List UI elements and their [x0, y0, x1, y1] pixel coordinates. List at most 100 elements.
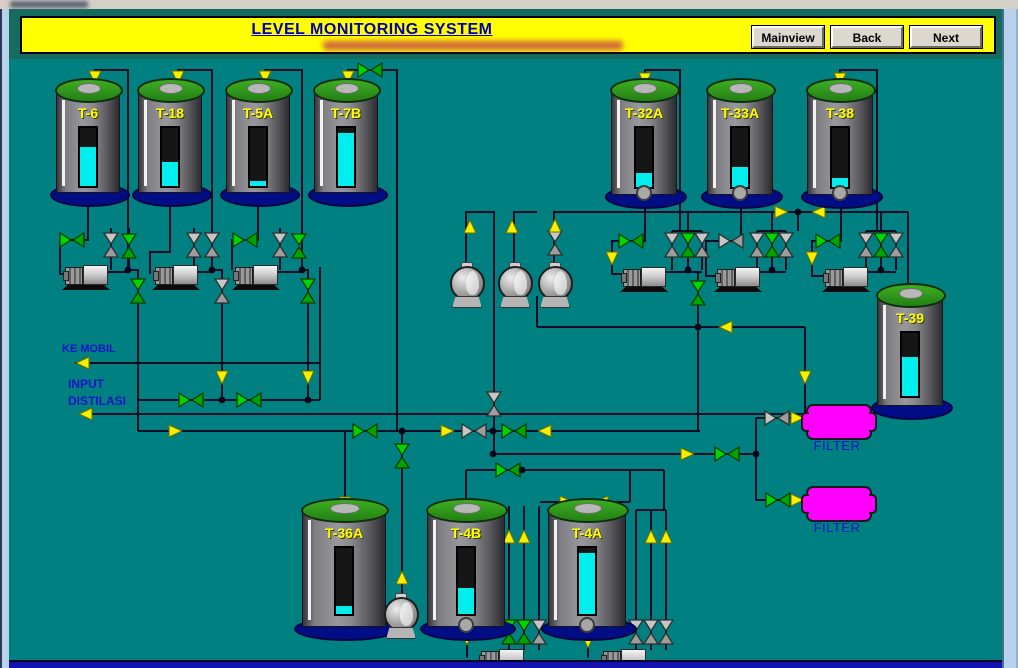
junction-dot: [490, 428, 497, 435]
junction-dot: [695, 324, 702, 331]
tank-t-7b[interactable]: T-7B: [314, 88, 378, 202]
valve-gray-vertical[interactable]: [859, 233, 873, 257]
tank-top-cap: [159, 83, 183, 94]
ball-pump-icon[interactable]: [496, 262, 532, 308]
valve-gray-horizontal[interactable]: [462, 424, 486, 438]
valve-green-horizontal[interactable]: [353, 424, 377, 438]
mainview-button[interactable]: Mainview: [752, 26, 824, 48]
junction-dot: [753, 451, 760, 458]
valve-green-horizontal[interactable]: [358, 63, 382, 77]
valve-green-vertical[interactable]: [292, 234, 306, 258]
valve-green-vertical[interactable]: [874, 233, 888, 257]
flow-arrow-down: [806, 252, 818, 265]
process-diagram: T-6 T-18 T-5A T-7B T-32A T-33A T-38 T-39 T-36A T-…: [0, 0, 1018, 668]
valve-gray-vertical[interactable]: [548, 231, 562, 255]
valve-gray-vertical[interactable]: [665, 233, 679, 257]
pump-icon[interactable]: [620, 264, 668, 292]
valve-green-horizontal[interactable]: [619, 234, 643, 248]
ball-pump-ball: [450, 266, 485, 301]
valve-gray-vertical[interactable]: [750, 233, 764, 257]
pump-icon[interactable]: [232, 262, 280, 290]
pump-icon[interactable]: [714, 264, 762, 292]
valve-green-vertical[interactable]: [131, 279, 145, 303]
pump-motor: [235, 267, 253, 285]
ball-pump-shine: [514, 271, 527, 295]
tank-t-36a[interactable]: T-36A: [302, 508, 386, 636]
pump-motor: [155, 267, 173, 285]
flow-arrow-up: [518, 530, 530, 543]
tank-t-33a[interactable]: T-33A: [707, 88, 773, 204]
valve-gray-horizontal[interactable]: [719, 234, 743, 248]
valve-green-vertical[interactable]: [681, 233, 695, 257]
tank-t-5a[interactable]: T-5A: [226, 88, 290, 202]
flow-arrow-right: [681, 448, 694, 460]
tank-top-cap: [729, 83, 753, 94]
header: LEVEL MONITORING SYSTEM Mainview Back Ne…: [20, 16, 996, 54]
valve-green-vertical[interactable]: [691, 281, 705, 305]
valve-green-vertical[interactable]: [395, 444, 409, 468]
ball-pump-icon[interactable]: [536, 262, 572, 308]
tank-t-39[interactable]: T-39: [877, 293, 943, 415]
pipe: [514, 212, 537, 262]
valve-green-horizontal[interactable]: [237, 393, 261, 407]
valve-green-horizontal[interactable]: [179, 393, 203, 407]
tank-t-6[interactable]: T-6: [56, 88, 120, 202]
valve-gray-vertical[interactable]: [659, 620, 673, 644]
tank-top-cap: [633, 83, 657, 94]
level-fill: [458, 588, 474, 614]
valve-gray-vertical[interactable]: [215, 279, 229, 303]
valve-green-vertical[interactable]: [765, 233, 779, 257]
valve-green-horizontal[interactable]: [233, 233, 257, 247]
junction-dot: [795, 209, 802, 216]
valve-gray-vertical[interactable]: [187, 233, 201, 257]
valve-gray-vertical[interactable]: [644, 620, 658, 644]
ball-pump-icon[interactable]: [382, 593, 418, 639]
level-gauge: [334, 546, 354, 616]
valve-green-vertical[interactable]: [517, 620, 531, 644]
junction-dot: [878, 267, 885, 274]
pump-icon[interactable]: [822, 264, 870, 292]
tank-t-4a[interactable]: T-4A: [548, 508, 626, 636]
tank-top-cap: [574, 503, 603, 514]
valve-green-vertical[interactable]: [122, 234, 136, 258]
tank-t-38[interactable]: T-38: [807, 88, 873, 204]
tank-top-cap: [77, 83, 101, 94]
tank-top-cap: [829, 83, 853, 94]
window-bottom-border: [0, 660, 1018, 668]
level-fill: [579, 553, 595, 614]
pump-icon[interactable]: [62, 262, 110, 290]
ball-pump-icon[interactable]: [448, 262, 484, 308]
next-button[interactable]: Next: [910, 26, 982, 48]
pump-body: [173, 265, 198, 285]
valve-green-horizontal[interactable]: [766, 493, 790, 507]
valve-gray-vertical[interactable]: [205, 233, 219, 257]
pump-icon[interactable]: [152, 262, 200, 290]
valve-gray-vertical[interactable]: [104, 233, 118, 257]
flow-arrow-right: [775, 206, 788, 218]
level-gauge: [160, 126, 180, 188]
junction-dot: [519, 467, 526, 474]
tank-t-4b[interactable]: T-4B: [427, 508, 505, 636]
tank-t-18[interactable]: T-18: [138, 88, 202, 202]
ke-mobil-label: KE MOBIL: [62, 343, 116, 355]
pipe: [232, 196, 258, 270]
valve-gray-vertical[interactable]: [273, 233, 287, 257]
tank-label: T-33A: [707, 105, 773, 121]
level-fill: [338, 133, 354, 186]
valve-gray-vertical[interactable]: [889, 233, 903, 257]
tank-label: T-39: [877, 310, 943, 326]
valve-green-horizontal[interactable]: [715, 447, 739, 461]
valve-gray-vertical[interactable]: [779, 233, 793, 257]
valve-green-horizontal[interactable]: [502, 424, 526, 438]
manhole-icon: [832, 185, 848, 201]
ball-pump-foot: [386, 627, 416, 639]
tank-t-32a[interactable]: T-32A: [611, 88, 677, 204]
back-button[interactable]: Back: [831, 26, 903, 48]
valve-green-horizontal[interactable]: [60, 233, 84, 247]
pump-body: [641, 267, 666, 287]
valve-green-vertical[interactable]: [301, 279, 315, 303]
valve-gray-vertical[interactable]: [487, 392, 501, 416]
valve-green-horizontal[interactable]: [816, 234, 840, 248]
valve-green-horizontal[interactable]: [496, 463, 520, 477]
flow-arrow-left: [538, 425, 551, 437]
